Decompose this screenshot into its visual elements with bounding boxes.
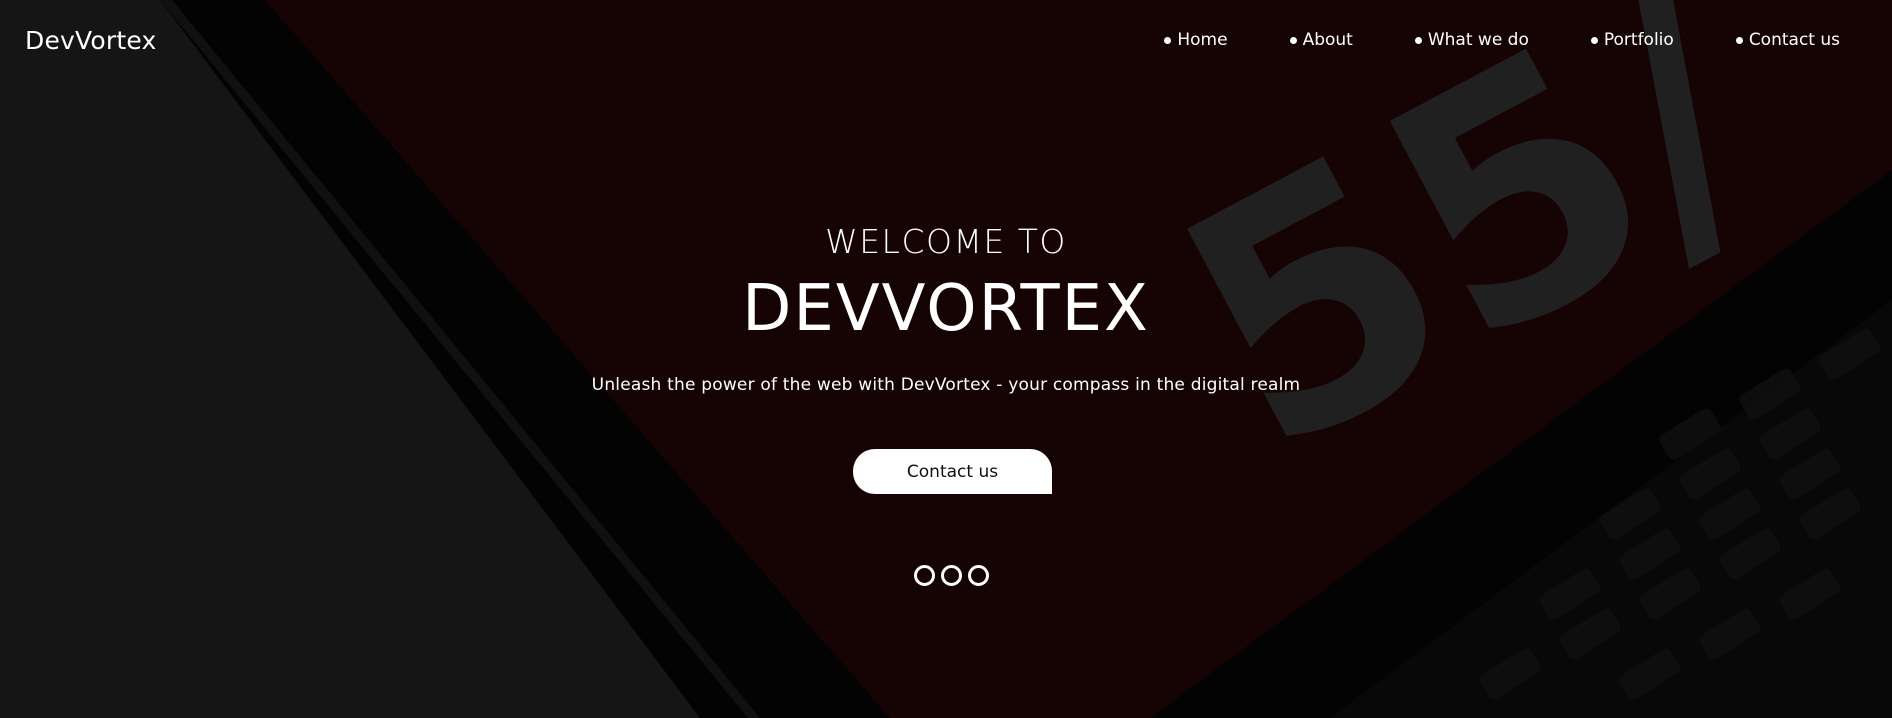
nav-item-label: Home (1177, 30, 1228, 50)
carousel-indicators (914, 565, 989, 586)
nav-item-portfolio[interactable]: Portfolio (1590, 30, 1674, 50)
nav-item-home[interactable]: Home (1164, 30, 1228, 50)
contact-us-button[interactable]: Contact us (853, 449, 1052, 494)
nav-item-what-we-do[interactable]: What we do (1414, 30, 1529, 50)
nav-item-label: Contact us (1748, 30, 1840, 50)
nav-item-label: What we do (1427, 30, 1529, 50)
nav-item-label: Portfolio (1603, 30, 1674, 50)
carousel-dot-3[interactable] (968, 565, 989, 586)
bullet-icon (1289, 36, 1297, 44)
nav-item-label: About (1302, 30, 1353, 50)
nav-item-contact-us[interactable]: Contact us (1735, 30, 1840, 50)
carousel-dot-1[interactable] (914, 565, 935, 586)
bullet-icon (1164, 36, 1172, 44)
hero-section: 55/ DevVortex Home About What we do Port… (0, 0, 1892, 718)
brand-logo[interactable]: DevVortex (25, 26, 157, 55)
hero-title: DEVVORTEX (742, 272, 1150, 346)
carousel-dot-2[interactable] (941, 565, 962, 586)
hero-welcome: WELCOME TO (825, 222, 1067, 261)
bullet-icon (1414, 36, 1422, 44)
hero-tagline: Unleash the power of the web with DevVor… (591, 375, 1301, 395)
bullet-icon (1735, 36, 1743, 44)
bullet-icon (1590, 36, 1598, 44)
main-nav: Home About What we do Portfolio Contact … (1164, 30, 1840, 50)
nav-item-about[interactable]: About (1289, 30, 1353, 50)
hero-overlay (0, 0, 1892, 718)
